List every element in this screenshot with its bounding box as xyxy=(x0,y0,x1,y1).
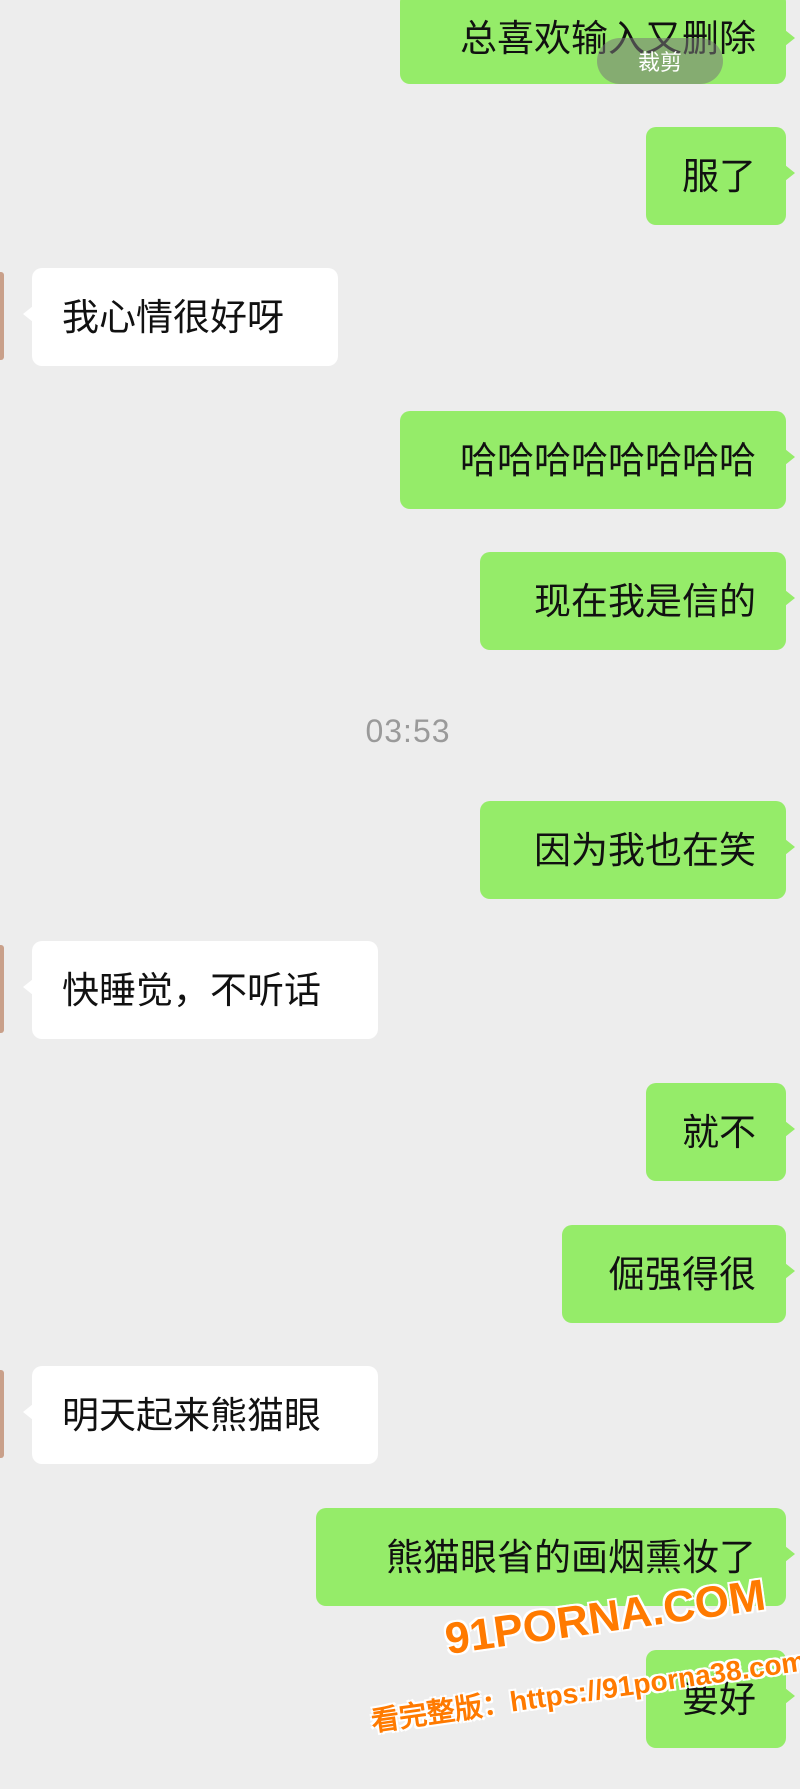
crop-label: 裁剪 xyxy=(637,51,682,76)
message-text: 哈哈哈哈哈哈哈哈 xyxy=(460,438,756,482)
avatar[interactable] xyxy=(0,1370,4,1458)
message-sent[interactable]: 倔强得很 xyxy=(562,1225,795,1323)
crop-button[interactable]: 裁剪 xyxy=(597,38,723,84)
message-sent[interactable]: 哈哈哈哈哈哈哈哈 xyxy=(400,411,795,509)
message-sent[interactable]: 熊猫眼省的画烟熏妆了 xyxy=(316,1508,795,1606)
message-sent[interactable]: 要好 xyxy=(646,1650,795,1748)
message-sent[interactable]: 现在我是信的 xyxy=(480,552,795,650)
message-text: 明天起来熊猫眼 xyxy=(62,1393,321,1437)
message-text: 我心情很好呀 xyxy=(62,295,284,339)
message-sent[interactable]: 服了 xyxy=(646,127,795,225)
chat-timestamp: 03:53 xyxy=(365,713,451,749)
avatar[interactable] xyxy=(0,272,4,360)
message-received[interactable]: 明天起来熊猫眼 xyxy=(23,1366,378,1464)
message-received[interactable]: 快睡觉，不听话 xyxy=(23,941,378,1039)
chat-thread[interactable]: 总喜欢输入又删除 裁剪 服了 我心情很好呀 哈哈哈哈哈哈哈哈 现在我是信的 03… xyxy=(0,0,800,1789)
avatar[interactable] xyxy=(0,945,4,1033)
message-text: 快睡觉，不听话 xyxy=(62,968,321,1012)
message-text: 现在我是信的 xyxy=(534,579,756,623)
message-text: 熊猫眼省的画烟熏妆了 xyxy=(386,1535,756,1579)
message-text: 因为我也在笑 xyxy=(534,828,756,872)
message-text: 服了 xyxy=(682,154,756,198)
message-sent[interactable]: 因为我也在笑 xyxy=(480,801,795,899)
message-sent[interactable]: 总喜欢输入又删除 xyxy=(400,0,795,84)
message-text: 就不 xyxy=(682,1110,756,1154)
message-text: 要好 xyxy=(682,1677,756,1721)
message-sent[interactable]: 就不 xyxy=(646,1083,795,1181)
message-text: 倔强得很 xyxy=(608,1252,756,1296)
message-received[interactable]: 我心情很好呀 xyxy=(23,268,338,366)
